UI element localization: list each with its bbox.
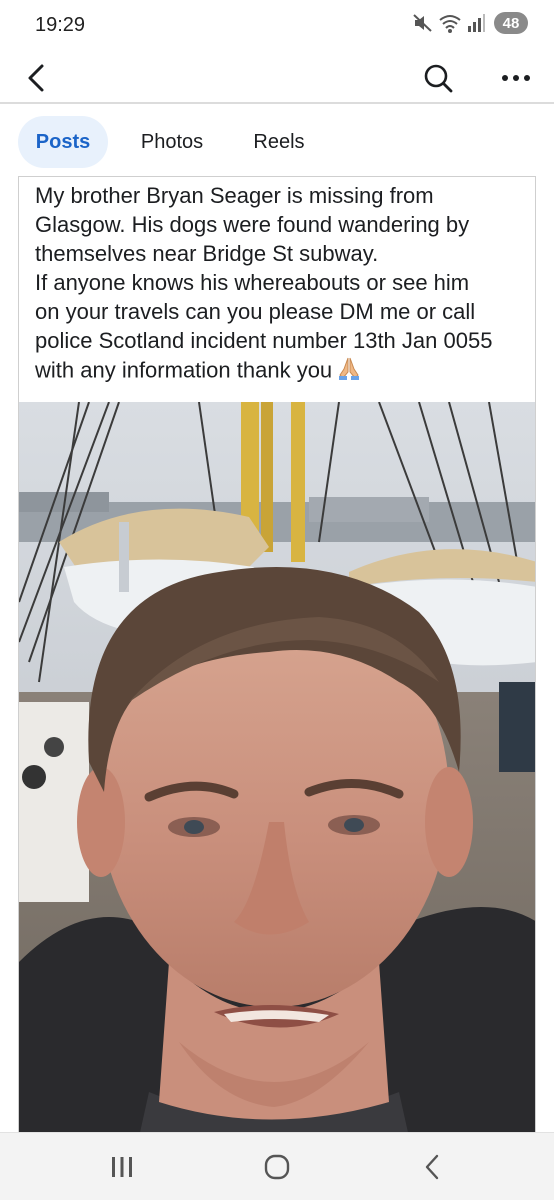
recent-apps-button[interactable] <box>92 1145 152 1189</box>
selfie-on-ship-photo <box>19 402 535 1136</box>
post-photo[interactable] <box>19 402 535 1136</box>
tab-posts[interactable]: Posts <box>18 116 108 168</box>
more-options-button[interactable] <box>496 58 536 98</box>
search-button[interactable] <box>420 58 456 98</box>
back-arrow-icon <box>28 64 44 92</box>
post-text-line: My brother Bryan Seager is missing from <box>35 183 434 208</box>
post-text-line: on your travels can you please DM me or … <box>35 299 476 324</box>
folded-hands-icon <box>336 355 362 388</box>
post-text-line: If anyone knows his whereabouts or see h… <box>35 270 470 295</box>
top-app-bar <box>0 52 554 104</box>
signal-icon <box>466 12 486 34</box>
post-text-line: with any information thank you <box>35 355 531 388</box>
back-button[interactable] <box>18 58 54 98</box>
post-text-line: Glasgow. His dogs were found wandering b… <box>35 212 470 237</box>
wifi-icon <box>438 12 462 34</box>
post-text-line: themselves near Bridge St subway. <box>35 241 379 266</box>
status-time: 19:29 <box>35 14 86 36</box>
more-icon <box>502 75 530 81</box>
system-back-button[interactable] <box>402 1145 462 1189</box>
back-icon <box>425 1154 439 1180</box>
home-button[interactable] <box>247 1145 307 1189</box>
battery-indicator: 48 <box>494 12 528 34</box>
tab-reels[interactable]: Reels <box>238 116 320 168</box>
recent-apps-icon <box>112 1157 132 1177</box>
post-text-last: with any information thank you <box>35 357 333 383</box>
mute-icon <box>412 12 434 34</box>
system-navigation-bar <box>0 1132 554 1200</box>
search-icon <box>424 64 453 93</box>
post-text: My brother Bryan Seager is missing from … <box>35 181 531 388</box>
home-icon <box>264 1154 290 1180</box>
post-card: My brother Bryan Seager is missing from … <box>18 176 536 1136</box>
post-text-line: police Scotland incident number 13th Jan… <box>35 328 493 353</box>
profile-tabs: Posts Photos Reels <box>0 106 554 176</box>
status-bar: 19:29 48 <box>0 0 554 52</box>
tab-photos[interactable]: Photos <box>122 116 222 168</box>
status-icons: 48 <box>412 12 528 34</box>
